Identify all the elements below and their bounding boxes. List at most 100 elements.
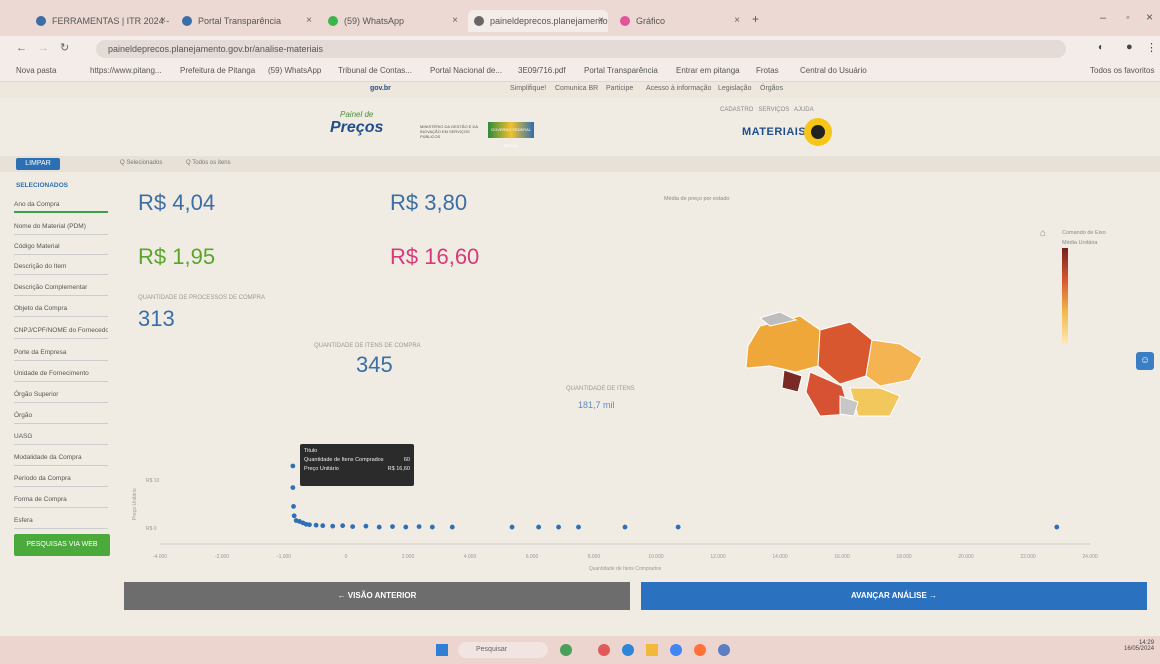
map-state[interactable] — [745, 315, 821, 373]
account-icon[interactable]: ● — [1126, 41, 1133, 53]
scatter-point[interactable] — [290, 485, 296, 490]
tab-whatsapp[interactable]: (59) WhatsApp × — [322, 10, 462, 32]
window-close-icon[interactable]: × — [1146, 10, 1153, 24]
sidebar-item-uasg[interactable]: UASG — [14, 429, 108, 445]
tab-painel-precos[interactable]: paineldeprecos.planejamento × — [468, 10, 608, 32]
scatter-point[interactable] — [403, 524, 409, 530]
scatter-point[interactable] — [449, 524, 455, 530]
map-state[interactable] — [781, 369, 803, 393]
bookmark-item[interactable]: 3E09/716.pdf — [518, 66, 566, 75]
brazil-map[interactable] — [740, 306, 930, 426]
forward-arrow-icon[interactable]: → — [38, 42, 49, 54]
painel-precos-logo[interactable]: Painel de Preços — [330, 110, 383, 137]
sidebar-item-desc-complementar[interactable]: Descrição Complementar — [14, 280, 108, 296]
header-link[interactable]: AJUDA — [794, 107, 814, 113]
selected-label[interactable]: SELECIONADOS — [16, 182, 68, 189]
scatter-point[interactable] — [307, 522, 312, 528]
filter-chip[interactable]: Q Selecionados — [120, 160, 162, 166]
scatter-point[interactable] — [330, 523, 336, 529]
bookmark-item[interactable]: Portal Transparência — [584, 66, 658, 75]
scatter-point[interactable] — [363, 523, 369, 529]
sidebar-item-codigo[interactable]: Código Material — [14, 239, 108, 255]
minimize-icon[interactable]: – — [1100, 12, 1106, 24]
scatter-point[interactable] — [622, 524, 628, 530]
clock[interactable]: 14:29 16/05/2024 — [1124, 640, 1154, 652]
scatter-chart[interactable]: -4.000 -2.000 -1.000 0 2.000 4.000 6.000 8.000 1… — [130, 440, 1110, 580]
scatter-point[interactable] — [390, 524, 395, 530]
new-tab-icon[interactable]: + — [752, 12, 759, 26]
app-icon[interactable] — [560, 644, 572, 656]
url-field[interactable]: paineldeprecos.planejamento.gov.br/anali… — [96, 40, 1066, 58]
app-icon[interactable] — [718, 644, 730, 656]
gov-link[interactable]: Acesso à informação — [646, 85, 711, 92]
scatter-point[interactable] — [340, 523, 346, 529]
sidebar-item-porte[interactable]: Porte da Empresa — [14, 345, 108, 361]
scatter-point[interactable] — [350, 524, 356, 530]
folder-icon[interactable] — [646, 644, 658, 656]
bookmark-item[interactable]: Tribunal de Contas... — [338, 66, 412, 75]
sidebar-item-objeto[interactable]: Objeto da Compra — [14, 301, 108, 317]
sidebar-item-modalidade[interactable]: Modalidade da Compra — [14, 450, 108, 466]
sidebar-item-nome-material[interactable]: Nome do Material (PDM) — [14, 219, 108, 235]
bookmark-item[interactable]: Frotas — [756, 66, 779, 75]
profile-icon[interactable]: ◐ — [1098, 42, 1104, 53]
gov-link[interactable]: Simplifique! — [510, 85, 546, 92]
chat-icon[interactable]: ☺ — [1136, 352, 1154, 370]
close-icon[interactable]: × — [734, 10, 740, 32]
gov-link[interactable]: Participe — [606, 85, 633, 92]
edge-icon[interactable] — [622, 644, 634, 656]
home-icon[interactable]: ⌂ — [1040, 228, 1046, 239]
taskbar-search[interactable]: Pesquisar — [458, 642, 548, 658]
sidebar-item-unidade[interactable]: Unidade de Fornecimento — [14, 366, 108, 382]
scatter-point[interactable] — [429, 524, 435, 530]
map-state[interactable] — [817, 321, 873, 385]
close-icon[interactable]: × — [306, 10, 312, 32]
reload-icon[interactable]: ↻ — [60, 41, 69, 54]
all-favorites[interactable]: Todos os favoritos — [1090, 66, 1154, 75]
sidebar-item-periodo[interactable]: Período da Compra — [14, 471, 108, 487]
chrome-icon[interactable] — [670, 644, 682, 656]
tab-portal-transparencia[interactable]: Portal Transparência × — [176, 10, 316, 32]
sidebar-item-forma[interactable]: Forma de Compra — [14, 492, 108, 508]
bookmark-item[interactable]: Entrar em pitanga — [676, 66, 740, 75]
windows-start-icon[interactable] — [436, 644, 448, 656]
header-link[interactable]: CADASTRO — [720, 107, 753, 113]
scatter-point[interactable] — [416, 524, 422, 530]
menu-icon[interactable]: ⋮ — [1146, 41, 1157, 54]
advance-analysis-button[interactable]: AVANÇAR ANÁLISE → — [641, 582, 1147, 610]
close-icon[interactable]: × — [598, 10, 604, 32]
map-select-label[interactable]: Média de preço por estado — [664, 196, 729, 202]
previous-view-button[interactable]: ← VISÃO ANTERIOR — [124, 582, 630, 610]
scatter-point[interactable] — [376, 524, 382, 530]
scatter-point[interactable] — [536, 524, 542, 530]
gov-logo[interactable]: gov.br — [370, 85, 391, 92]
gov-link[interactable]: Comunica BR — [555, 85, 598, 92]
bookmark-item[interactable]: Portal Nacional de... — [430, 66, 502, 75]
scatter-point[interactable] — [313, 522, 319, 528]
web-search-button[interactable]: PESQUISAS VIA WEB — [14, 534, 110, 556]
bookmark-item[interactable]: https://www.pitang... — [90, 66, 162, 75]
sidebar-item-fornecedor[interactable]: CNPJ/CPF/NOME do Fornecedor — [14, 323, 108, 339]
back-arrow-icon[interactable]: ← — [16, 42, 27, 54]
header-link[interactable]: SERVIÇOS — [758, 107, 789, 113]
app-icon[interactable] — [598, 644, 610, 656]
sidebar-item-orgao[interactable]: Órgão — [14, 408, 108, 424]
close-icon[interactable]: × — [160, 10, 166, 32]
map-state[interactable] — [865, 339, 923, 387]
gov-link[interactable]: Órgãos — [760, 85, 783, 92]
sidebar-item-orgao-superior[interactable]: Órgão Superior — [14, 387, 108, 403]
gov-link[interactable]: Legislação — [718, 85, 751, 92]
maximize-icon[interactable]: ◦ — [1126, 12, 1130, 24]
bookmark-item[interactable]: Nova pasta — [16, 66, 56, 75]
sidebar-item-esfera[interactable]: Esfera — [14, 513, 108, 529]
filter-chip[interactable]: Q Todos os itens — [186, 160, 231, 166]
scatter-point[interactable] — [556, 524, 561, 530]
scatter-point[interactable] — [291, 504, 296, 509]
scatter-point[interactable] — [320, 523, 326, 529]
clear-filters-button[interactable]: LIMPAR — [16, 158, 60, 170]
firefox-icon[interactable] — [694, 644, 706, 656]
tab-grafico[interactable]: Gráfico × — [614, 10, 744, 32]
scatter-point[interactable] — [1054, 524, 1060, 530]
tab-ferramentas[interactable]: FERRAMENTAS | ITR 2024 - PI × — [30, 10, 170, 32]
scatter-point[interactable] — [290, 463, 296, 469]
